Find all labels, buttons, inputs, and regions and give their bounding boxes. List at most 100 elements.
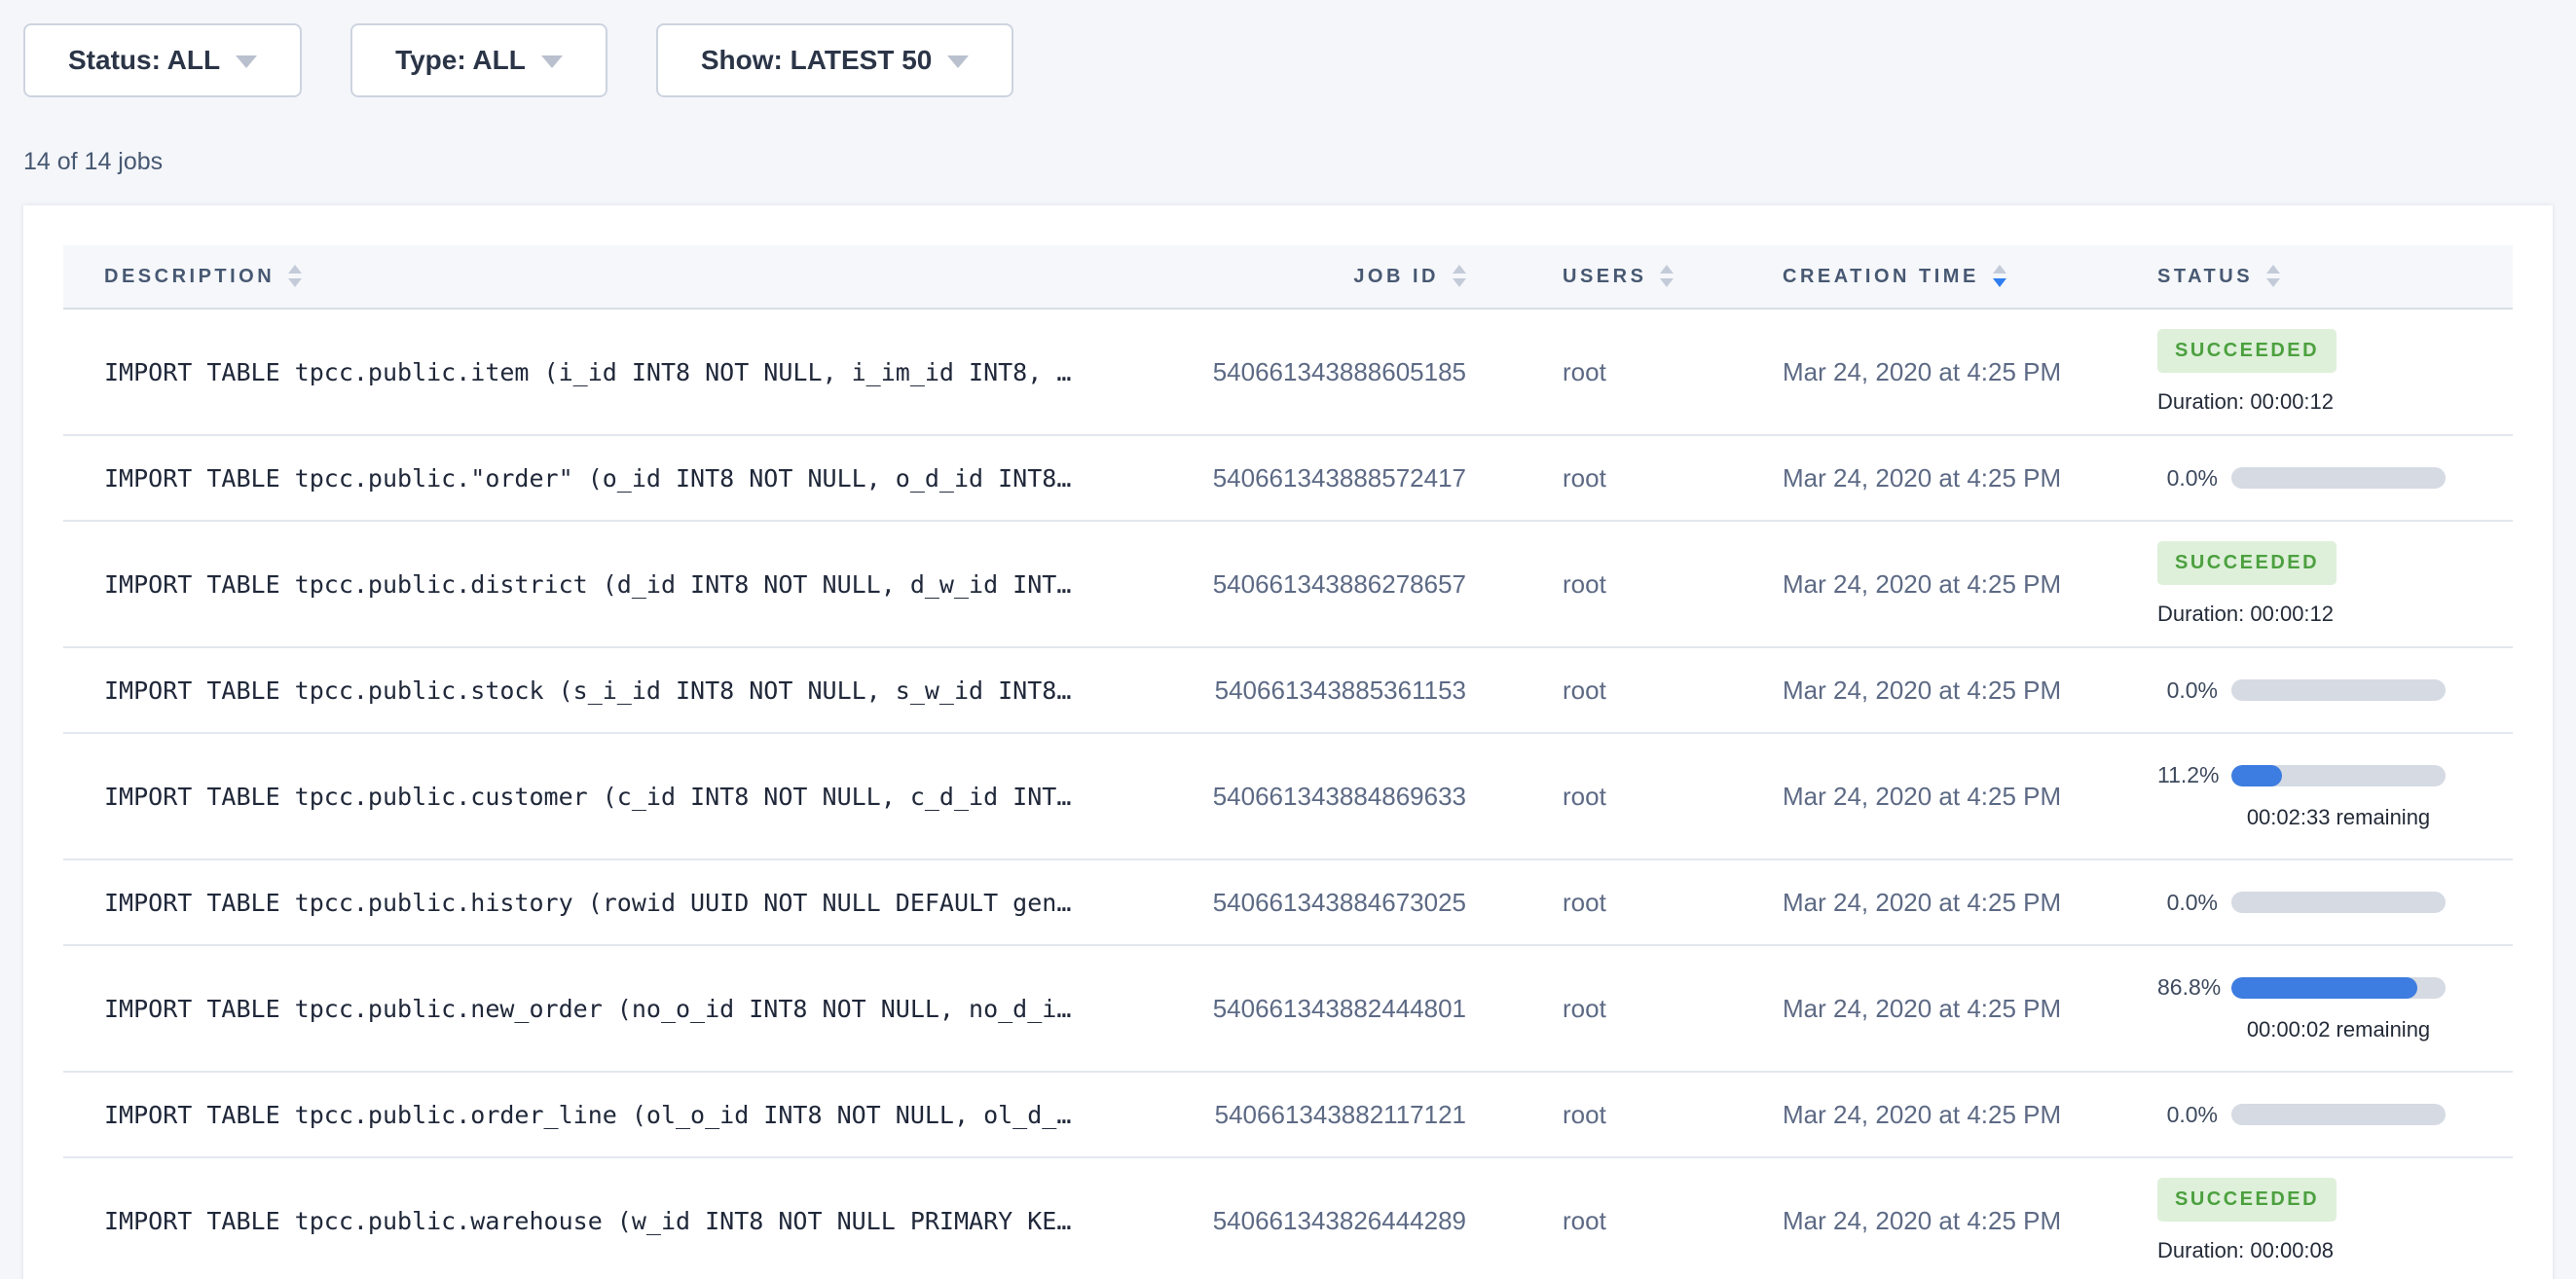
job-status: 11.2% 00:02:33 remaining	[2157, 762, 2465, 830]
job-description: IMPORT TABLE tpcc.public.order_line (ol_…	[63, 1101, 1202, 1129]
job-id: 540661343888572417	[1202, 463, 1563, 493]
jobs-table-body: IMPORT TABLE tpcc.public.item (i_id INT8…	[63, 310, 2513, 1279]
job-user: root	[1563, 676, 1783, 706]
progress-bar: 0.0%	[2157, 1102, 2465, 1128]
status-badge: SUCCEEDED	[2157, 1178, 2337, 1222]
column-header-job_id[interactable]: JOB ID	[1202, 266, 1563, 288]
job-id: 540661343826444289	[1202, 1206, 1563, 1236]
filter-label: Type: ALL	[395, 45, 526, 76]
status-badge: SUCCEEDED	[2157, 541, 2337, 585]
progress-track	[2231, 467, 2446, 489]
status-detail: Duration: 00:00:08	[2157, 1238, 2465, 1263]
table-row: IMPORT TABLE tpcc.public.stock (s_i_id I…	[63, 648, 2513, 734]
progress-bar: 0.0%	[2157, 465, 2465, 492]
sort-icon	[2266, 265, 2280, 287]
progress-percent: 11.2%	[2157, 762, 2231, 788]
job-description: IMPORT TABLE tpcc.public.history (rowid …	[63, 889, 1202, 917]
job-user: root	[1563, 994, 1783, 1024]
filter-label: Status: ALL	[68, 45, 220, 76]
job-description: IMPORT TABLE tpcc.public.new_order (no_o…	[63, 995, 1202, 1023]
status-detail: Duration: 00:00:12	[2157, 389, 2465, 415]
job-description: IMPORT TABLE tpcc.public.stock (s_i_id I…	[63, 676, 1202, 705]
column-header-description[interactable]: DESCRIPTION	[63, 266, 1202, 288]
progress-track	[2231, 977, 2446, 999]
sort-asc-icon	[1993, 265, 2006, 274]
column-header-users[interactable]: USERS	[1563, 266, 1783, 288]
job-id: 540661343884869633	[1202, 782, 1563, 812]
job-id: 540661343882444801	[1202, 994, 1563, 1024]
table-row: IMPORT TABLE tpcc.public.history (rowid …	[63, 860, 2513, 946]
sort-desc-icon	[288, 278, 302, 287]
status-badge: SUCCEEDED	[2157, 329, 2337, 373]
sort-asc-icon	[1660, 265, 1674, 274]
progress-fill	[2231, 977, 2417, 999]
job-creation-time: Mar 24, 2020 at 4:25 PM	[1783, 888, 2157, 918]
chevron-down-icon	[541, 55, 563, 68]
job-id: 540661343888605185	[1202, 357, 1563, 387]
job-user: root	[1563, 463, 1783, 493]
progress-bar: 0.0%	[2157, 677, 2465, 704]
filters-bar: Status: ALL Type: ALL Show: LATEST 50	[0, 0, 2576, 97]
job-id: 540661343885361153	[1202, 676, 1563, 706]
table-row: IMPORT TABLE tpcc.public.order_line (ol_…	[63, 1073, 2513, 1158]
progress-track	[2231, 1104, 2446, 1125]
job-user: root	[1563, 888, 1783, 918]
table-row: IMPORT TABLE tpcc.public.customer (c_id …	[63, 734, 2513, 860]
column-label: DESCRIPTION	[104, 266, 275, 288]
filter-dropdown-show[interactable]: Show: LATEST 50	[656, 23, 1014, 97]
chevron-down-icon	[236, 55, 257, 68]
progress-track	[2231, 765, 2446, 786]
job-creation-time: Mar 24, 2020 at 4:25 PM	[1783, 569, 2157, 600]
column-label: JOB ID	[1353, 266, 1439, 288]
job-creation-time: Mar 24, 2020 at 4:25 PM	[1783, 994, 2157, 1024]
progress-bar: 86.8%	[2157, 974, 2465, 1001]
table-row: IMPORT TABLE tpcc.public.new_order (no_o…	[63, 946, 2513, 1073]
job-user: root	[1563, 569, 1783, 600]
job-user: root	[1563, 357, 1783, 387]
job-status: SUCCEEDED Duration: 00:00:12	[2157, 541, 2465, 627]
job-creation-time: Mar 24, 2020 at 4:25 PM	[1783, 357, 2157, 387]
table-row: IMPORT TABLE tpcc.public.district (d_id …	[63, 522, 2513, 648]
sort-desc-icon	[1453, 278, 1466, 287]
sort-icon	[1660, 265, 1674, 287]
sort-asc-icon	[1453, 265, 1466, 274]
filter-dropdown-type[interactable]: Type: ALL	[350, 23, 607, 97]
progress-bar: 0.0%	[2157, 890, 2465, 916]
sort-icon	[1453, 265, 1466, 287]
job-description: IMPORT TABLE tpcc.public.warehouse (w_id…	[63, 1207, 1202, 1235]
job-status: SUCCEEDED Duration: 00:00:08	[2157, 1178, 2465, 1263]
job-user: root	[1563, 1206, 1783, 1236]
progress-percent: 0.0%	[2157, 465, 2231, 492]
progress-track	[2231, 892, 2446, 913]
status-detail: 00:02:33 remaining	[2231, 805, 2446, 830]
status-detail: Duration: 00:00:12	[2157, 602, 2465, 627]
job-status: 0.0%	[2157, 465, 2465, 492]
sort-asc-icon	[2266, 265, 2280, 274]
job-creation-time: Mar 24, 2020 at 4:25 PM	[1783, 782, 2157, 812]
job-description: IMPORT TABLE tpcc.public."order" (o_id I…	[63, 464, 1202, 493]
progress-bar: 11.2%	[2157, 762, 2465, 788]
column-header-status[interactable]: STATUS	[2157, 266, 2465, 288]
progress-percent: 86.8%	[2157, 974, 2231, 1001]
column-header-creation_time[interactable]: CREATION TIME	[1783, 266, 2157, 288]
table-row: IMPORT TABLE tpcc.public.warehouse (w_id…	[63, 1158, 2513, 1279]
progress-fill	[2231, 765, 2282, 786]
sort-asc-icon	[288, 265, 302, 274]
job-user: root	[1563, 1100, 1783, 1130]
job-description: IMPORT TABLE tpcc.public.customer (c_id …	[63, 783, 1202, 811]
jobs-count-summary: 14 of 14 jobs	[23, 148, 2576, 176]
job-creation-time: Mar 24, 2020 at 4:25 PM	[1783, 676, 2157, 706]
job-id: 540661343882117121	[1202, 1100, 1563, 1130]
sort-desc-icon	[2266, 278, 2280, 287]
table-row: IMPORT TABLE tpcc.public.item (i_id INT8…	[63, 310, 2513, 436]
filter-dropdown-status[interactable]: Status: ALL	[23, 23, 302, 97]
column-label: USERS	[1563, 266, 1646, 288]
sort-icon	[1993, 265, 2006, 287]
job-status: 0.0%	[2157, 1102, 2465, 1128]
filter-label: Show: LATEST 50	[701, 45, 933, 76]
job-description: IMPORT TABLE tpcc.public.district (d_id …	[63, 570, 1202, 599]
job-id: 540661343884673025	[1202, 888, 1563, 918]
chevron-down-icon	[947, 55, 969, 68]
job-description: IMPORT TABLE tpcc.public.item (i_id INT8…	[63, 358, 1202, 386]
progress-percent: 0.0%	[2157, 890, 2231, 916]
